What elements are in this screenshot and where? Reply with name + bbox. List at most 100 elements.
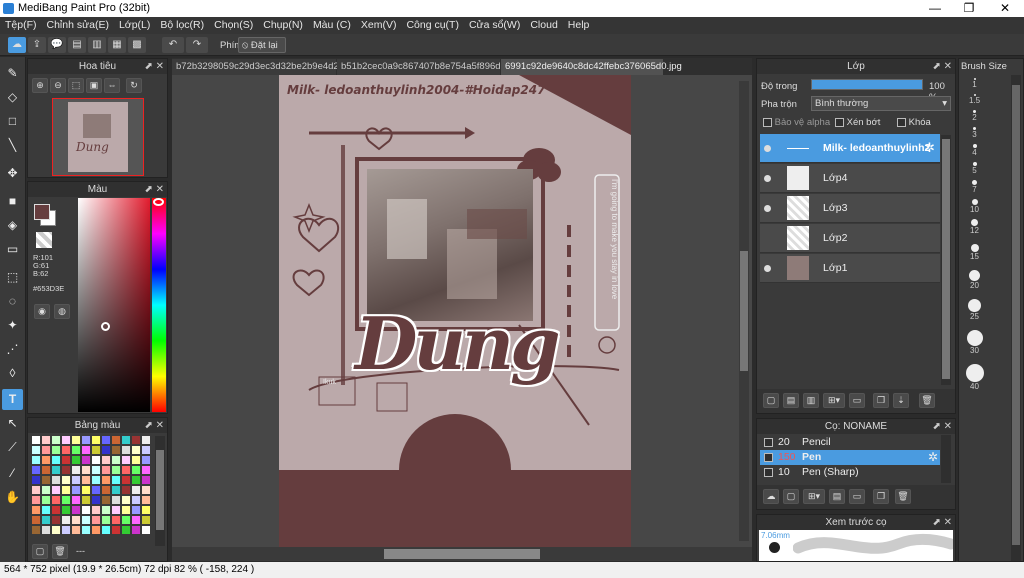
cloud-icon[interactable]: ☁ [8,37,26,53]
palette-swatch[interactable] [32,466,40,474]
menu-file[interactable]: Tệp(F) [2,17,40,34]
palette-swatch[interactable] [72,476,80,484]
menu-filter[interactable]: Bộ lọc(R) [157,17,207,34]
color-picker-icon[interactable]: ◍ [54,304,70,319]
palette-swatch[interactable] [122,476,130,484]
rotate-icon[interactable]: ↻ [126,78,142,93]
panel-controls-icon[interactable]: ⬈ ✕ [144,59,164,74]
palette-swatch[interactable] [132,496,140,504]
palette-swatch[interactable] [122,516,130,524]
palette-swatch[interactable] [142,496,150,504]
palette-swatch[interactable] [92,456,100,464]
palette-swatch[interactable] [132,506,140,514]
palette-swatch[interactable] [62,466,70,474]
palette-swatch[interactable] [62,486,70,494]
delete-layer-icon[interactable]: 🗑 [919,393,935,408]
rect-tool-icon[interactable]: ■ [2,191,23,212]
palette-swatch[interactable] [42,516,50,524]
palette-swatch[interactable] [62,526,70,534]
horizontal-scrollbar[interactable] [172,547,752,561]
brush-row[interactable]: 10 Pen (Sharp) [760,465,940,480]
redo-icon[interactable]: ↷ [186,37,208,53]
menu-view[interactable]: Xem(V) [358,17,400,34]
palette-swatch[interactable] [102,446,110,454]
layer-row[interactable]: Lớp2 [760,224,940,253]
palette-swatch[interactable] [52,446,60,454]
palette-swatch[interactable] [42,466,50,474]
palette-swatch[interactable] [32,516,40,524]
move-tool-icon[interactable]: ✥ [2,163,23,184]
operation-tool-icon[interactable]: ↖ [2,413,23,434]
navigator-preview[interactable]: Dung [52,98,144,176]
palette-swatch[interactable] [42,476,50,484]
panel-controls-icon[interactable]: ⬈ ✕ [932,59,952,74]
palette-swatch[interactable] [32,486,40,494]
palette-swatch[interactable] [32,506,40,514]
layer-row[interactable]: Lớp3 [760,194,940,223]
palette-swatch[interactable] [102,486,110,494]
grid-icon[interactable]: ▩ [128,37,146,53]
brush-menu-icon[interactable]: ⊞▾ [803,489,825,504]
brush-row[interactable]: 20 Pencil [760,435,940,450]
palette-swatch[interactable] [52,496,60,504]
layer-row[interactable]: Lớp4 [760,164,940,193]
palette-swatch[interactable] [92,526,100,534]
palette-swatch[interactable] [72,506,80,514]
folder-icon[interactable]: ▭ [849,489,865,504]
artwork-canvas[interactable]: Milk- ledoanthuylinh2004-#Hoidap247 Dung… [279,75,631,470]
palette-swatch[interactable] [72,526,80,534]
duplicate-layer-icon[interactable]: ❐ [873,393,889,408]
palette-swatch[interactable] [112,456,120,464]
canvas-area[interactable]: Milk- ledoanthuylinh2004-#Hoidap247 Dung… [172,75,752,547]
palette-swatch[interactable] [32,476,40,484]
delete-brush-icon[interactable]: 🗑 [895,489,911,504]
divide-tool-icon[interactable]: ⟋ [2,437,23,458]
brush-size-scrollbar[interactable] [1011,75,1021,561]
palette-swatch[interactable] [122,466,130,474]
tab-document-2[interactable]: b51b2cec0a9c867407b8e754a5f896d1.jpg [337,59,521,75]
palette-swatch[interactable] [72,516,80,524]
protect-alpha-option[interactable]: Bảo vệ alpha [763,117,830,128]
brush-size-option[interactable]: 1.5 [962,94,987,105]
saturation-value-picker[interactable] [78,198,150,412]
palette-swatch[interactable] [82,476,90,484]
palette-swatch[interactable] [122,436,130,444]
gear-icon[interactable]: ✲ [928,450,938,464]
palette-swatch[interactable] [102,476,110,484]
zoom-out-icon[interactable]: ⊖ [50,78,66,93]
palette-swatch[interactable] [132,516,140,524]
brush-scrollbar[interactable] [941,435,951,483]
palette-swatch[interactable] [52,466,60,474]
brush-size-option[interactable]: 15 [962,244,987,261]
palette-swatch[interactable] [42,506,50,514]
speech-bubble-icon[interactable]: 💬 [48,37,66,53]
delete-palette-icon[interactable]: 🗑 [52,544,68,559]
menu-window[interactable]: Cửa sổ(W) [466,17,523,34]
clip-option[interactable]: Xén bớt [835,117,880,128]
palette-swatch[interactable] [62,476,70,484]
panel-controls-icon[interactable]: ⬈ ✕ [932,419,952,434]
palette-swatch[interactable] [82,436,90,444]
palette-swatch[interactable] [52,526,60,534]
palette-swatch[interactable] [92,496,100,504]
palette-swatch[interactable] [112,446,120,454]
palette-swatch[interactable] [82,446,90,454]
fill-tool-icon[interactable]: ◈ [2,215,23,236]
menu-help[interactable]: Help [565,17,593,34]
visibility-icon[interactable] [764,175,771,182]
palette-swatch[interactable] [102,526,110,534]
palette-swatch[interactable] [42,526,50,534]
palette-swatch[interactable] [132,446,140,454]
select-eraser-icon[interactable]: ◊ [2,363,23,384]
add-layer-menu-icon[interactable]: ⊞▾ [823,393,845,408]
layer-row[interactable]: Lớp1 [760,254,940,283]
panel-controls-icon[interactable]: ⬈ ✕ [144,418,164,433]
palette-swatch[interactable] [72,466,80,474]
brush-size-option[interactable]: 25 [962,299,987,321]
visibility-icon[interactable] [764,205,771,212]
palette-swatch[interactable] [52,486,60,494]
menu-select[interactable]: Chọn(S) [211,17,256,34]
comment-icon[interactable]: ▤ [68,37,86,53]
palette-swatch[interactable] [72,446,80,454]
palette-swatch[interactable] [52,516,60,524]
